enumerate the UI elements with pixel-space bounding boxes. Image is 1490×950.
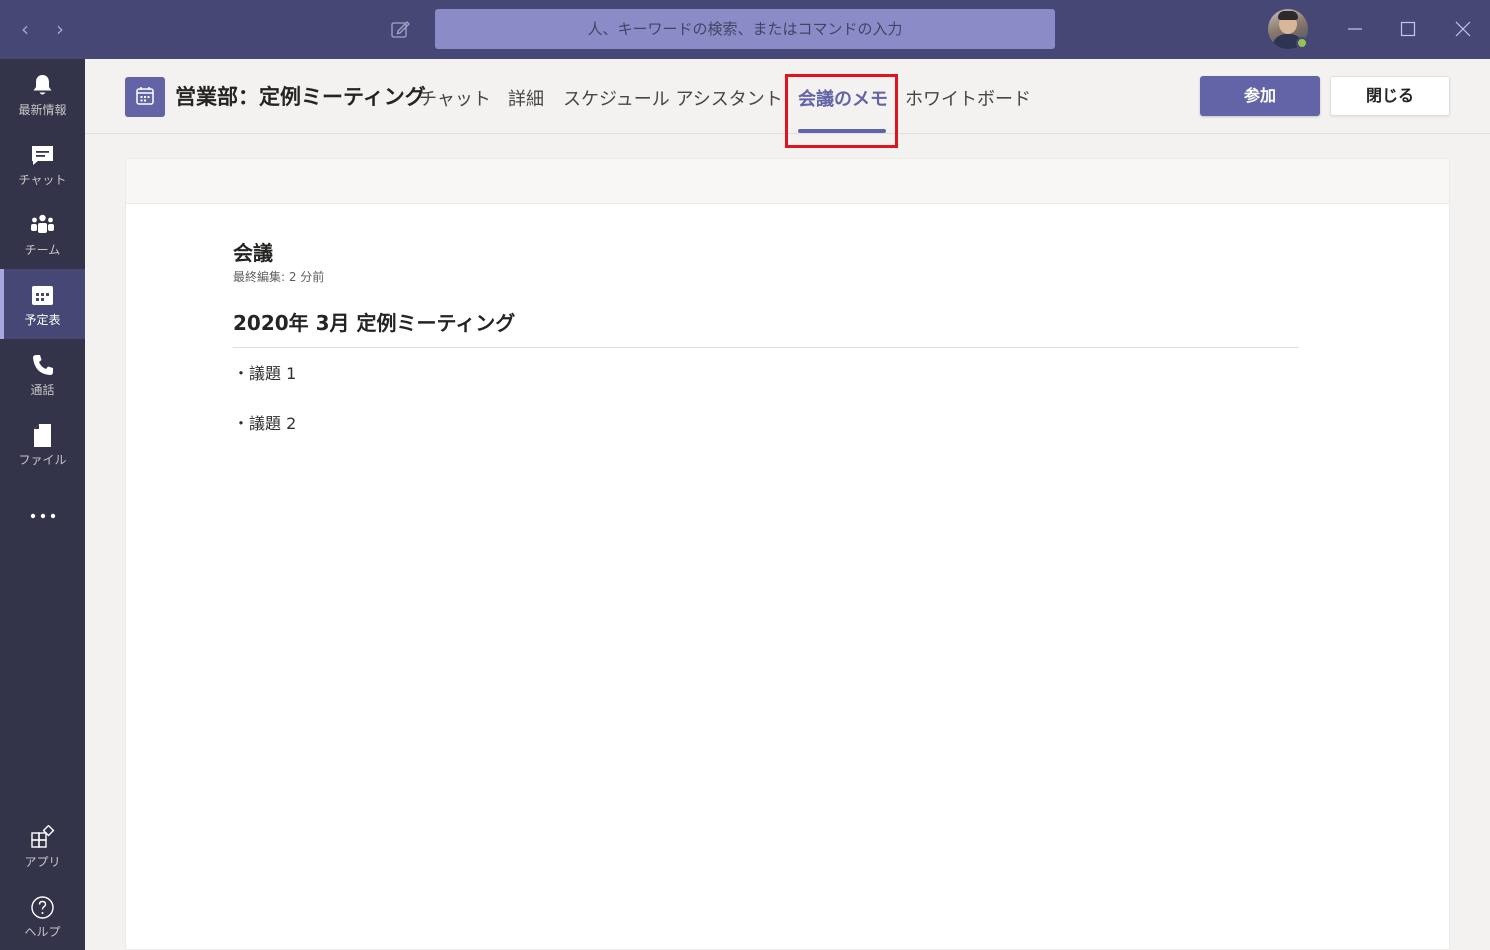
close-button[interactable]: 閉じる <box>1330 76 1450 116</box>
title-bar: ‹ › 人、キーワードの検索、またはコマンドの入力 <box>0 0 1490 59</box>
teams-icon <box>31 214 54 233</box>
meeting-calendar-icon <box>125 77 165 117</box>
rail-item-activity[interactable]: 最新情報 <box>0 59 85 129</box>
app-rail: 最新情報 チャット チーム 予定表 通話 ファイル アプリ ヘルプ <box>0 59 85 950</box>
tab-scheduling-assistant[interactable]: スケジュール アシスタント <box>563 85 783 111</box>
rail-item-files[interactable]: ファイル <box>0 409 85 479</box>
close-window-icon[interactable] <box>1448 14 1478 44</box>
bell-icon <box>33 75 52 95</box>
tab-chat[interactable]: チャット <box>419 85 491 111</box>
notes-last-edited: 最終編集: 2 分前 <box>233 270 325 284</box>
maximize-icon[interactable] <box>1393 14 1423 44</box>
meeting-notes-panel: 会議 最終編集: 2 分前 2020年 3月 定例ミーティング ・議題 1 ・議… <box>125 158 1450 950</box>
rail-item-label: 予定表 <box>24 313 61 327</box>
rail-item-calls[interactable]: 通話 <box>0 339 85 409</box>
file-icon <box>34 424 51 447</box>
rail-item-label: アプリ <box>24 855 61 869</box>
rail-item-label: ヘルプ <box>24 925 61 939</box>
forward-arrow-icon[interactable]: › <box>50 18 70 40</box>
more-apps-icon[interactable] <box>26 501 60 531</box>
notes-title[interactable]: 会議 <box>233 237 273 266</box>
rail-item-calendar[interactable]: 予定表 <box>0 269 85 339</box>
notes-divider <box>233 347 1299 348</box>
help-icon <box>31 896 54 919</box>
search-input[interactable]: 人、キーワードの検索、またはコマンドの入力 <box>435 9 1055 49</box>
compose-icon[interactable] <box>389 18 411 40</box>
notes-toolbar <box>126 159 1449 204</box>
meeting-header: 営業部：定例ミーティング チャット 詳細 スケジュール アシスタント 会議のメモ… <box>85 59 1490 148</box>
rail-item-label: チーム <box>24 243 61 257</box>
rail-item-label: ファイル <box>18 453 67 467</box>
page-title: 営業部：定例ミーティング <box>175 85 426 109</box>
phone-icon <box>33 355 53 375</box>
rail-item-chat[interactable]: チャット <box>0 129 85 199</box>
rail-item-help[interactable]: ヘルプ <box>0 881 85 950</box>
tab-details[interactable]: 詳細 <box>508 85 544 111</box>
rail-item-label: チャット <box>18 173 67 187</box>
search-placeholder: 人、キーワードの検索、またはコマンドの入力 <box>587 20 903 38</box>
notes-line[interactable]: ・議題 2 <box>233 410 296 434</box>
tab-whiteboard[interactable]: ホワイトボード <box>905 85 1031 111</box>
rail-item-label: 通話 <box>30 383 55 397</box>
rail-item-apps[interactable]: アプリ <box>0 811 85 881</box>
apps-icon <box>31 825 55 848</box>
calendar-icon <box>32 286 53 305</box>
chat-icon <box>32 146 53 165</box>
presence-status-icon <box>1296 37 1308 49</box>
rail-item-label: 最新情報 <box>18 103 67 117</box>
notes-section-heading[interactable]: 2020年 3月 定例ミーティング <box>233 307 515 336</box>
back-arrow-icon[interactable]: ‹ <box>15 18 35 40</box>
minimize-icon[interactable] <box>1340 14 1370 44</box>
highlight-annotation-box <box>785 74 898 148</box>
join-button[interactable]: 参加 <box>1200 76 1320 116</box>
rail-item-teams[interactable]: チーム <box>0 199 85 269</box>
notes-line[interactable]: ・議題 1 <box>233 360 296 384</box>
